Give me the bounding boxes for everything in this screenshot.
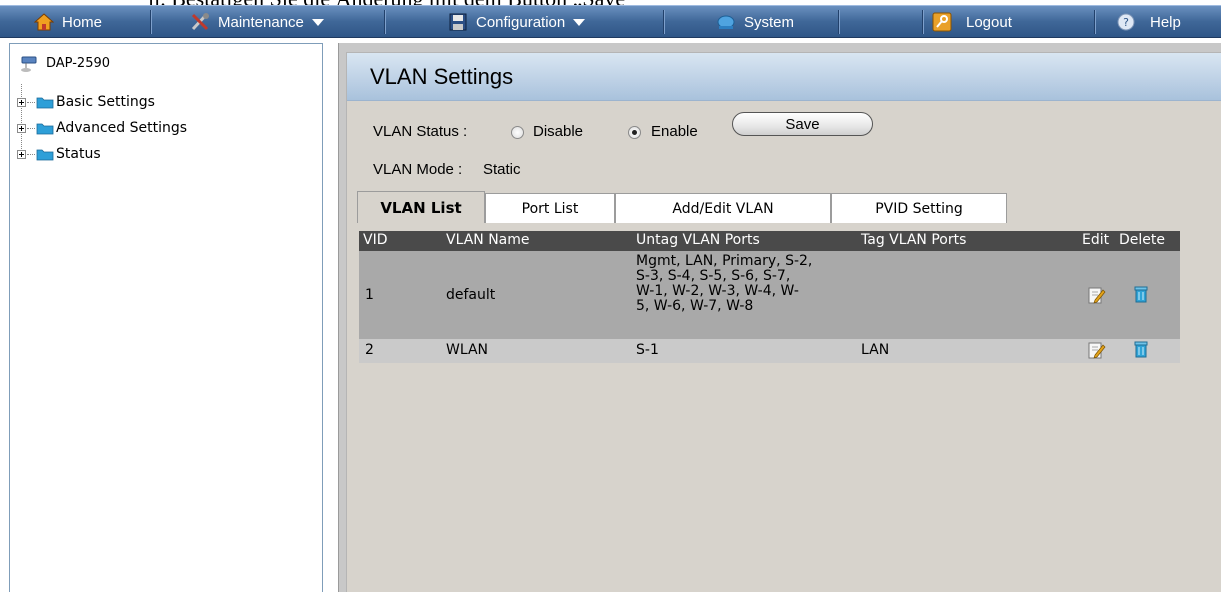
tree-item-status[interactable]: Status — [17, 143, 101, 165]
cell-untag-ports: Mgmt, LAN, Primary, S-2, S-3, S-4, S-5, … — [636, 253, 813, 314]
nav-separator — [1094, 10, 1095, 34]
nav-help-label: Help — [1150, 13, 1181, 31]
tools-icon — [191, 13, 209, 31]
top-navigation-bar: Home Maintenance Configuration System Lo… — [0, 5, 1221, 38]
table-row: 2 WLAN S-1 LAN — [359, 339, 1180, 363]
column-header-vlan-name: VLAN Name — [446, 232, 530, 248]
panel-header: VLAN Settings — [347, 53, 1221, 101]
device-icon — [21, 56, 37, 72]
tree-connector — [27, 153, 35, 155]
table-row: 1 default Mgmt, LAN, Primary, S-2, S-3, … — [359, 251, 1180, 339]
nav-maintenance-label: Maintenance — [218, 13, 304, 31]
nav-separator — [384, 10, 385, 34]
tab-port-list[interactable]: Port List — [485, 193, 615, 223]
navigation-tree: DAP-2590 Basic Settings Advanced Setting… — [9, 43, 323, 592]
cell-tag-ports: LAN — [861, 342, 890, 358]
folder-icon — [36, 123, 54, 135]
nav-separator — [838, 10, 839, 34]
tree-item-label: Advanced Settings — [56, 120, 188, 136]
nav-separator — [922, 10, 923, 34]
expand-icon[interactable] — [17, 149, 26, 159]
column-header-vid: VID — [363, 232, 388, 248]
page-title: VLAN Settings — [370, 64, 514, 89]
column-header-untag-ports: Untag VLAN Ports — [636, 232, 760, 248]
help-icon: ? — [1117, 13, 1135, 31]
tree-item-basic-settings[interactable]: Basic Settings — [17, 91, 155, 113]
chevron-down-icon — [573, 18, 586, 26]
vlan-mode-value: Static — [483, 161, 521, 178]
save-button[interactable]: Save — [732, 112, 873, 136]
key-icon — [932, 12, 952, 32]
enable-radio[interactable] — [628, 126, 641, 139]
delete-icon[interactable] — [1131, 284, 1151, 304]
tab-vlan-list[interactable]: VLAN List — [357, 191, 485, 223]
column-header-tag-ports: Tag VLAN Ports — [861, 232, 967, 248]
enable-radio-label[interactable]: Enable — [651, 123, 698, 140]
nav-logout-label: Logout — [966, 13, 1012, 31]
tab-pvid-setting[interactable]: PVID Setting — [831, 193, 1007, 223]
tree-connector — [27, 127, 35, 129]
tree-item-label: Status — [56, 146, 101, 162]
disable-radio[interactable] — [511, 126, 524, 139]
tab-add-edit-vlan[interactable]: Add/Edit VLAN — [615, 193, 831, 223]
tree-connector — [27, 101, 35, 103]
cell-vlan-name: WLAN — [446, 342, 489, 358]
cell-vid: 1 — [365, 287, 374, 303]
home-icon — [34, 13, 54, 31]
vlan-settings-panel: VLAN Settings VLAN Status : Disable Enab… — [346, 52, 1221, 592]
disable-radio-label[interactable]: Disable — [533, 123, 583, 140]
tree-root-label: DAP-2590 — [46, 55, 111, 71]
expand-icon[interactable] — [17, 123, 26, 133]
nav-system-label: System — [744, 13, 795, 31]
folder-icon — [36, 149, 54, 161]
tree-item-label: Basic Settings — [56, 94, 155, 110]
nav-separator — [663, 10, 664, 34]
tree-root[interactable]: DAP-2590 — [18, 50, 110, 76]
delete-icon[interactable] — [1131, 339, 1151, 359]
nav-maintenance[interactable]: Maintenance — [190, 6, 324, 38]
cell-vid: 2 — [365, 342, 374, 358]
edit-icon[interactable] — [1086, 285, 1106, 305]
floppy-disk-icon — [449, 13, 467, 31]
vlan-status-label: VLAN Status : — [373, 123, 468, 140]
nav-home-label: Home — [62, 13, 103, 31]
nav-system[interactable]: System — [716, 6, 794, 38]
system-icon — [717, 15, 735, 29]
nav-home[interactable]: Home — [34, 6, 102, 38]
cell-untag-ports: S-1 — [636, 342, 659, 358]
chevron-down-icon — [311, 18, 324, 26]
folder-icon — [36, 97, 54, 109]
nav-configuration[interactable]: Configuration — [448, 6, 586, 38]
edit-icon[interactable] — [1086, 340, 1106, 360]
nav-separator — [150, 10, 151, 34]
tree-item-advanced-settings[interactable]: Advanced Settings — [17, 117, 187, 139]
cell-vlan-name: default — [446, 287, 496, 303]
svg-text:?: ? — [1123, 16, 1129, 29]
nav-logout[interactable]: Logout — [932, 6, 1012, 38]
column-header-delete: Delete — [1119, 232, 1165, 248]
vlan-mode-label: VLAN Mode : — [373, 161, 463, 178]
column-header-edit: Edit — [1082, 232, 1110, 248]
nav-configuration-label: Configuration — [476, 13, 566, 31]
expand-icon[interactable] — [17, 97, 26, 107]
nav-help[interactable]: ? Help — [1116, 6, 1181, 38]
table-header: VID VLAN Name Untag VLAN Ports Tag VLAN … — [359, 231, 1180, 251]
